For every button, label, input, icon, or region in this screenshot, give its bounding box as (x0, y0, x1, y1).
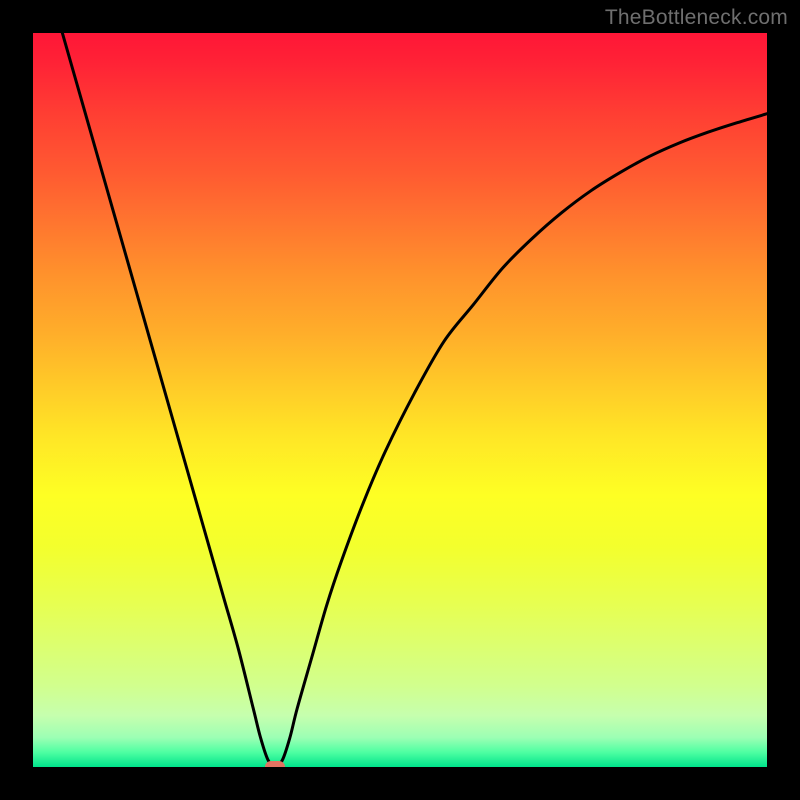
watermark-text: TheBottleneck.com (605, 6, 788, 30)
plot-area (33, 33, 767, 767)
chart-frame: TheBottleneck.com (0, 0, 800, 800)
curve-layer (33, 33, 767, 767)
bottleneck-curve (62, 33, 767, 767)
optimal-marker (265, 761, 285, 767)
